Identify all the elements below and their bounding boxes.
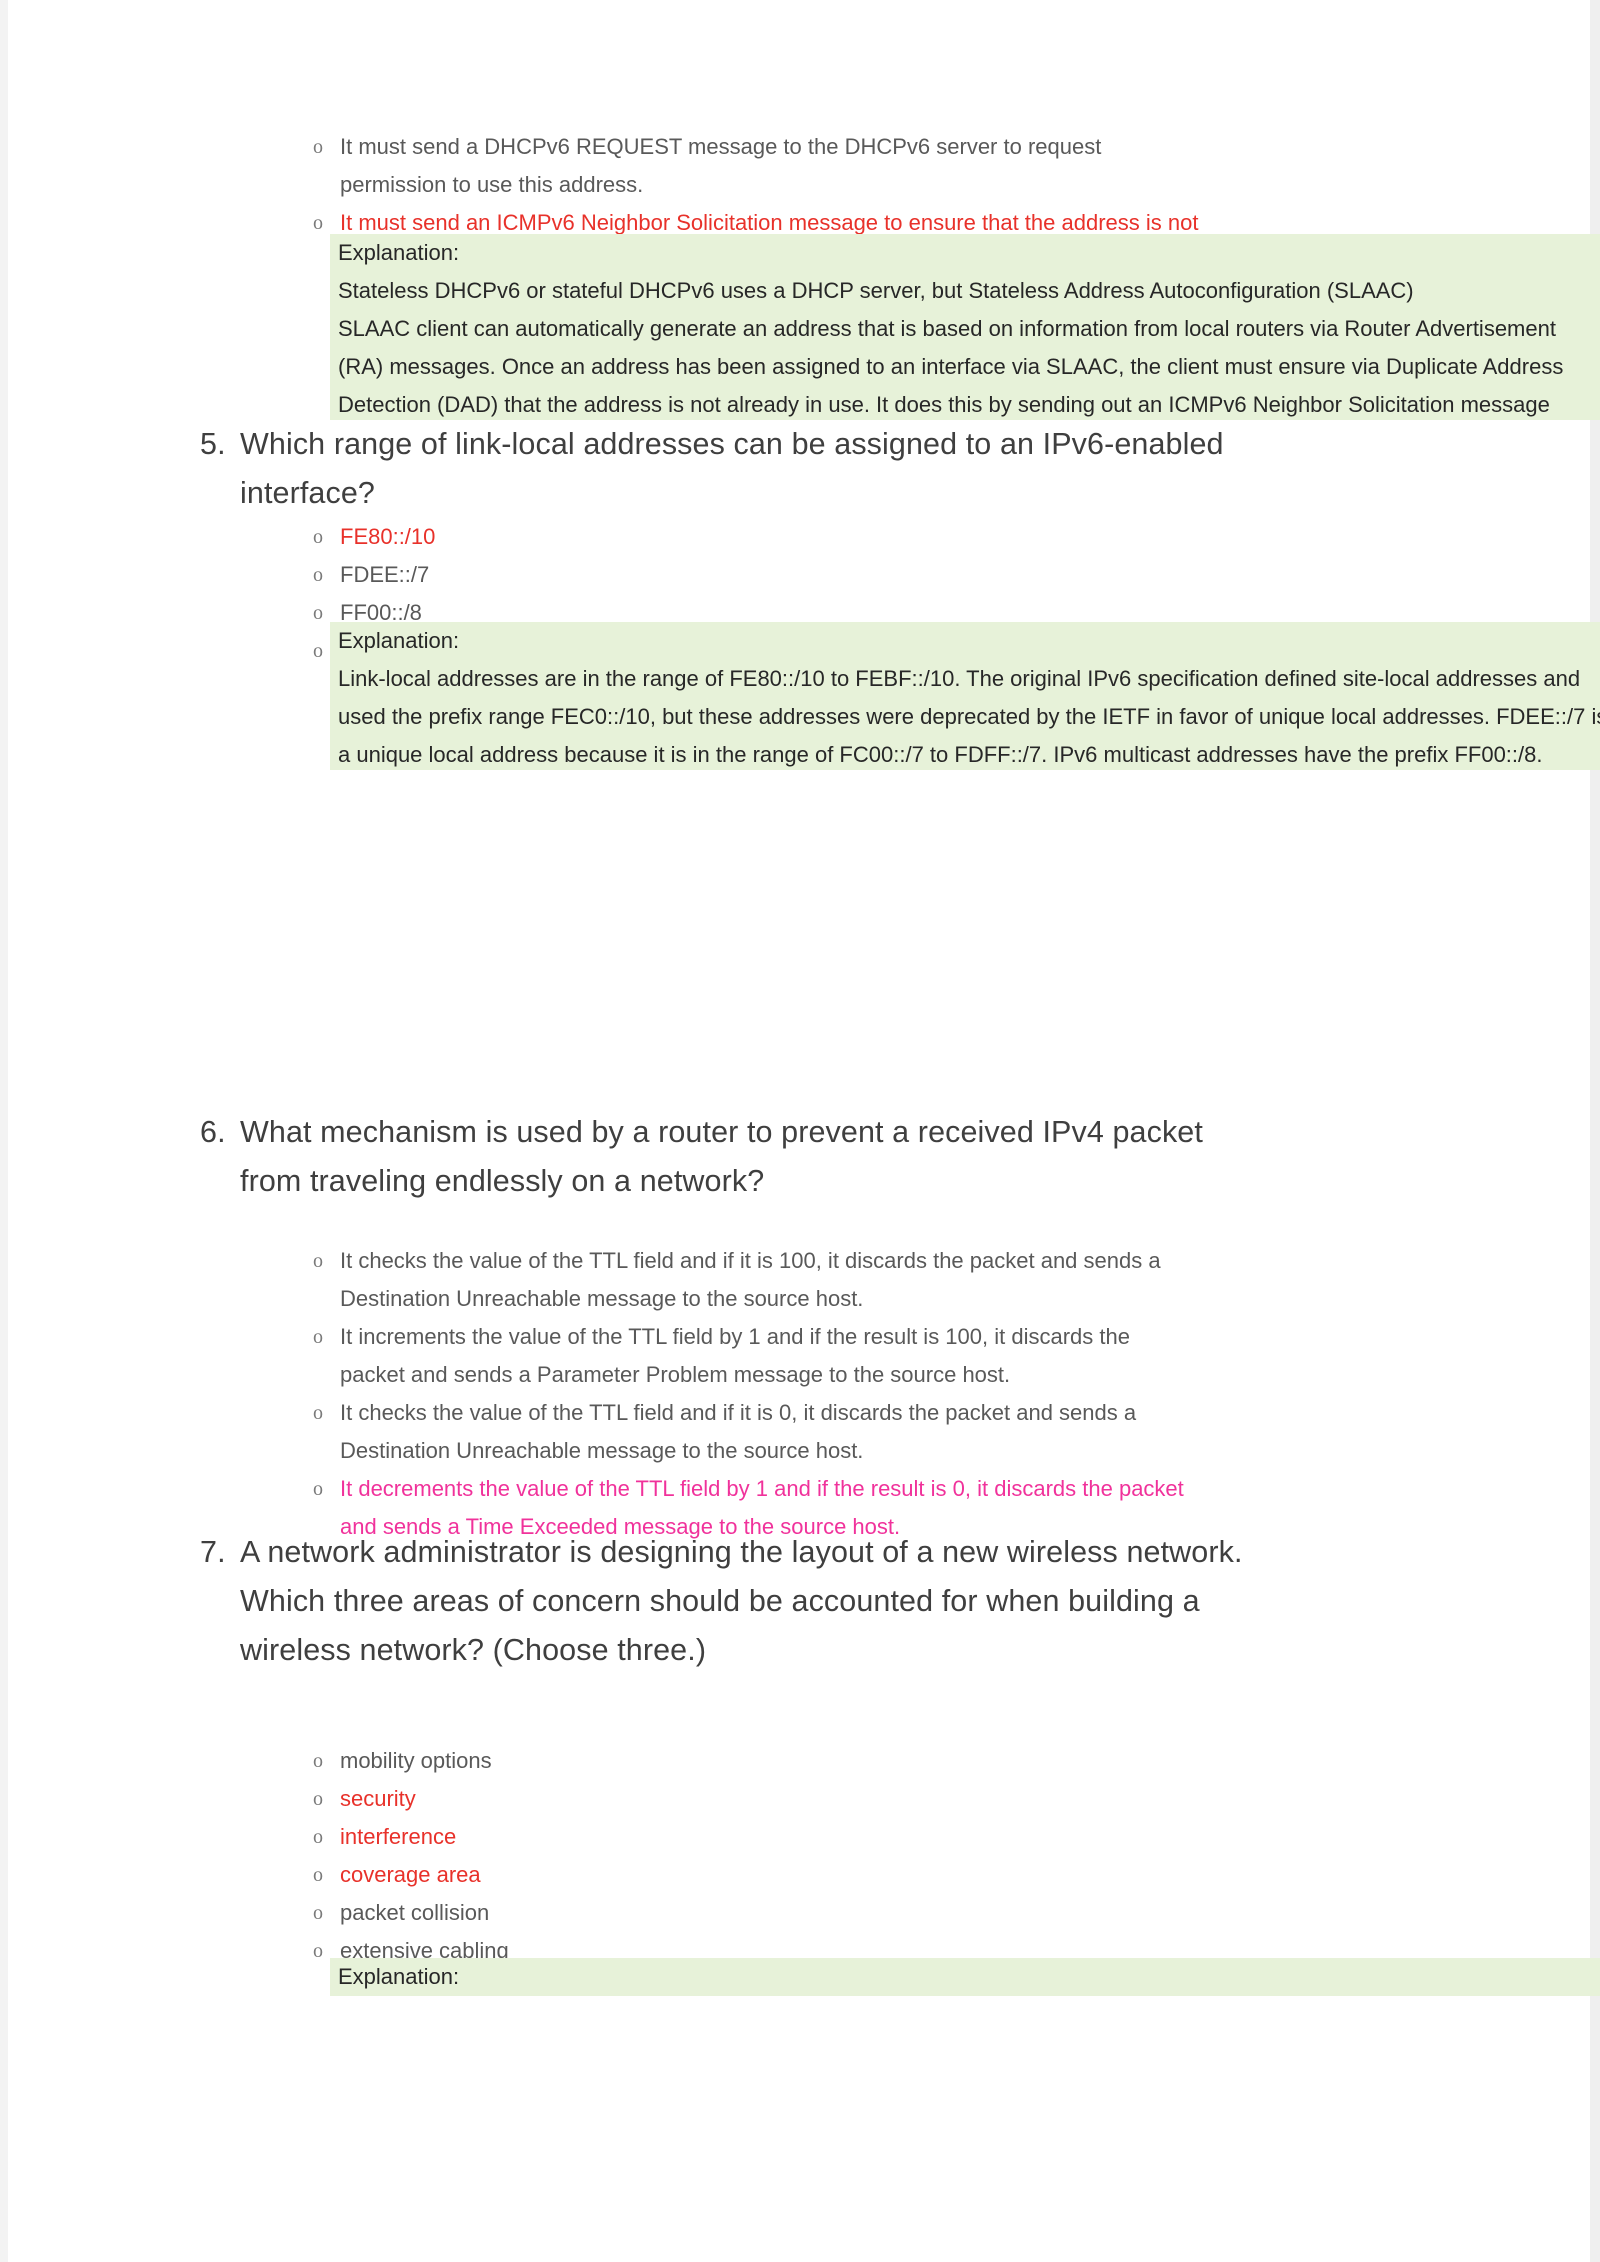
option-row[interactable]: o FDEE::/7 [296,556,1600,594]
explanation-label: Explanation: [338,628,460,653]
explanation-line: Detection (DAD) that the address is not … [338,392,1550,417]
explanation-label: Explanation: [338,240,460,265]
option-label: packet collision [340,1900,490,1925]
option-row[interactable]: o packet collision [296,1894,1600,1932]
explanation-line: Stateless DHCPv6 or stateful DHCPv6 uses… [338,278,1414,303]
option-row[interactable]: o FE80::/10 [296,518,1600,556]
question-6-options: o It checks the value of the TTL field a… [296,1242,1600,1546]
question-number: 6. [200,1115,226,1149]
option-label-correct: FE80::/10 [340,524,436,549]
question-7-options: o mobility options o security o interfer… [296,1742,1600,1970]
option-row[interactable]: o coverage area [296,1856,1600,1894]
question-number: 7. [200,1535,226,1569]
option-row[interactable]: o It checks the value of the TTL field a… [296,1242,1600,1318]
option-row[interactable]: o interference [296,1818,1600,1856]
question-5: 5. Which range of link-local addresses c… [192,420,1512,518]
option-label-correct: coverage area [340,1862,481,1887]
option-label: It checks the value of the TTL field and… [340,1400,1137,1463]
explanation-block-q4: Explanation: Stateless DHCPv6 or statefu… [330,234,1600,420]
option-label-correct: interference [340,1824,457,1849]
option-bullet-icon: o [313,136,323,158]
option-row[interactable]: o mobility options [296,1742,1600,1780]
option-row[interactable]: o It increments the value of the TTL fie… [296,1318,1600,1394]
option-label: It checks the value of the TTL field and… [340,1248,1161,1311]
option-label: It must send a DHCPv6 REQUEST message to… [340,134,1102,197]
explanation-block-q5: Explanation: Link-local addresses are in… [330,622,1600,770]
explanation-line: (RA) messages. Once an address has been … [338,354,1564,379]
question-text: Which range of link-local addresses can … [240,427,1224,510]
option-row[interactable]: o It must send a DHCPv6 REQUEST message … [296,128,1600,204]
option-label: mobility options [340,1748,492,1773]
explanation-line: SLAAC client can automatically generate … [338,316,1556,341]
explanation-label: Explanation: [338,1964,460,1989]
explanation-line: a unique local address because it is in … [338,742,1543,767]
option-label: It increments the value of the TTL field… [340,1324,1130,1387]
option-bullet-icon: o [313,1864,323,1886]
explanation-line: Link-local addresses are in the range of… [338,666,1581,691]
option-bullet-icon: o [313,526,323,548]
option-bullet-icon: o [313,1750,323,1772]
option-row[interactable]: o security [296,1780,1600,1818]
option-bullet-icon: o [313,1478,323,1500]
question-number: 5. [200,427,226,461]
option-bullet-icon: o [313,564,323,586]
option-row[interactable]: o It checks the value of the TTL field a… [296,1394,1600,1470]
question-text: What mechanism is used by a router to pr… [240,1115,1203,1198]
document-page: o It must send a DHCPv6 REQUEST message … [0,0,1600,2262]
option-bullet-icon: o [313,1902,323,1924]
question-6: 6. What mechanism is used by a router to… [192,1108,1512,1206]
explanation-block-q7: Explanation: [330,1958,1600,1996]
option-label-correct: security [340,1786,416,1811]
explanation-line: used the prefix range FEC0::/10, but the… [338,704,1600,729]
option-bullet-icon: o [313,1402,323,1424]
option-bullet-icon: o [313,1788,323,1810]
document-content: o It must send a DHCPv6 REQUEST message … [0,0,1600,2262]
option-label: FDEE::/7 [340,562,430,587]
question-7: 7. A network administrator is designing … [192,1528,1512,1675]
option-bullet-icon: o [313,1250,323,1272]
question-text: A network administrator is designing the… [240,1535,1243,1667]
option-bullet-icon: o [313,1326,323,1348]
option-bullet-icon: o [313,1826,323,1848]
